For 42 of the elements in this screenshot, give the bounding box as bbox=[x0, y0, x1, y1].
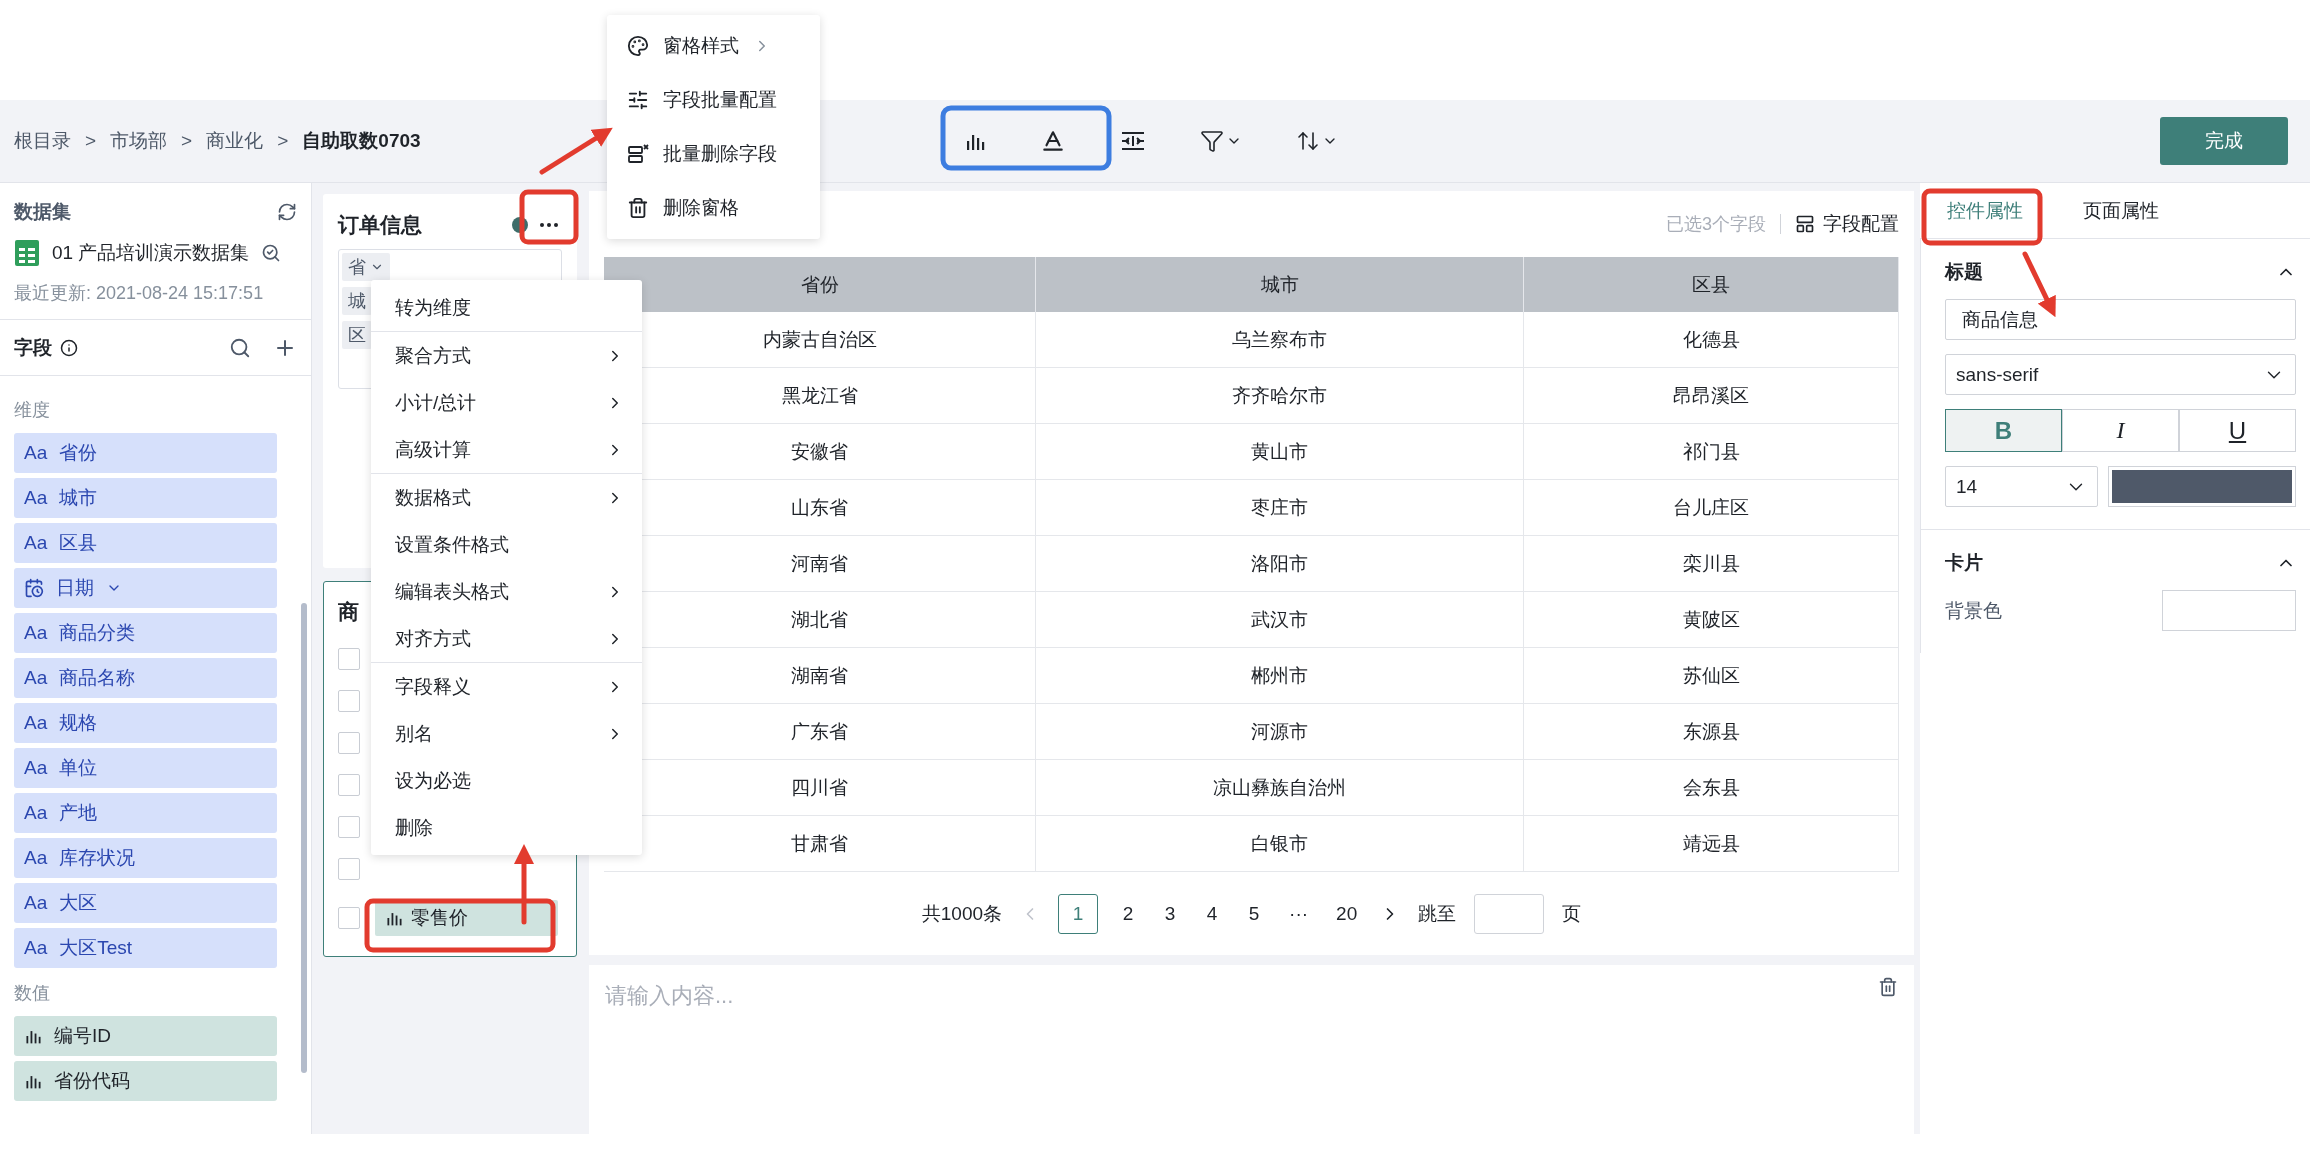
table-cell: 东源县 bbox=[1524, 704, 1899, 760]
table-cell: 台儿庄区 bbox=[1524, 480, 1899, 536]
table-cell: 黄陂区 bbox=[1524, 592, 1899, 648]
table-cell: 白银市 bbox=[1036, 816, 1524, 872]
field-label: 背景色 bbox=[1945, 598, 2002, 623]
table-cell: 洛阳市 bbox=[1036, 536, 1524, 592]
selected-count: 已选3个字段 bbox=[1666, 213, 1766, 236]
total-count: 共1000条 bbox=[921, 901, 1003, 926]
table-cell: 齐齐哈尔市 bbox=[1036, 368, 1524, 424]
updated-time: 最近更新: 2021-08-24 15:17:51 bbox=[14, 282, 265, 305]
table-cell: 乌兰察布市 bbox=[1036, 312, 1524, 368]
table-cell: 栾川县 bbox=[1524, 536, 1899, 592]
column-header: 省份 bbox=[604, 257, 1036, 312]
group-title: 维度 bbox=[14, 399, 51, 422]
card-title: 商 bbox=[338, 599, 359, 625]
card-title: 订单信息 bbox=[338, 212, 422, 238]
table-cell: 祁门县 bbox=[1524, 424, 1899, 480]
table-cell: 会东县 bbox=[1524, 760, 1899, 816]
table-cell: 化德县 bbox=[1524, 312, 1899, 368]
table-cell: 昂昂溪区 bbox=[1524, 368, 1899, 424]
group-title: 数值 bbox=[14, 982, 51, 1005]
section-title: 数据集 bbox=[14, 200, 71, 224]
jump-label: 跳至 bbox=[1418, 901, 1457, 926]
section-title: 卡片 bbox=[1945, 551, 1983, 575]
breadcrumb-item: 自助取数0703 bbox=[302, 129, 421, 153]
table-cell: 河源市 bbox=[1036, 704, 1524, 760]
table-cell: 黄山市 bbox=[1036, 424, 1524, 480]
table-cell: 武汉市 bbox=[1036, 592, 1524, 648]
breadcrumb-separator: > bbox=[277, 130, 289, 152]
table-cell: 苏仙区 bbox=[1524, 648, 1899, 704]
table-cell: 郴州市 bbox=[1036, 648, 1524, 704]
breadcrumb-separator: > bbox=[85, 130, 97, 152]
table-cell: 靖远县 bbox=[1524, 816, 1899, 872]
column-header: 城市 bbox=[1036, 257, 1524, 312]
page-unit: 页 bbox=[1562, 901, 1582, 926]
table-cell: 凉山彝族自治州 bbox=[1036, 760, 1524, 816]
column-header: 区县 bbox=[1524, 257, 1899, 312]
breadcrumb-separator: > bbox=[181, 130, 193, 152]
table-cell: 枣庄市 bbox=[1036, 480, 1524, 536]
dataset-name: 01 产品培训演示数据集 bbox=[52, 241, 250, 265]
section-title: 字段 bbox=[14, 335, 52, 360]
section-title: 标题 bbox=[1945, 260, 1983, 284]
